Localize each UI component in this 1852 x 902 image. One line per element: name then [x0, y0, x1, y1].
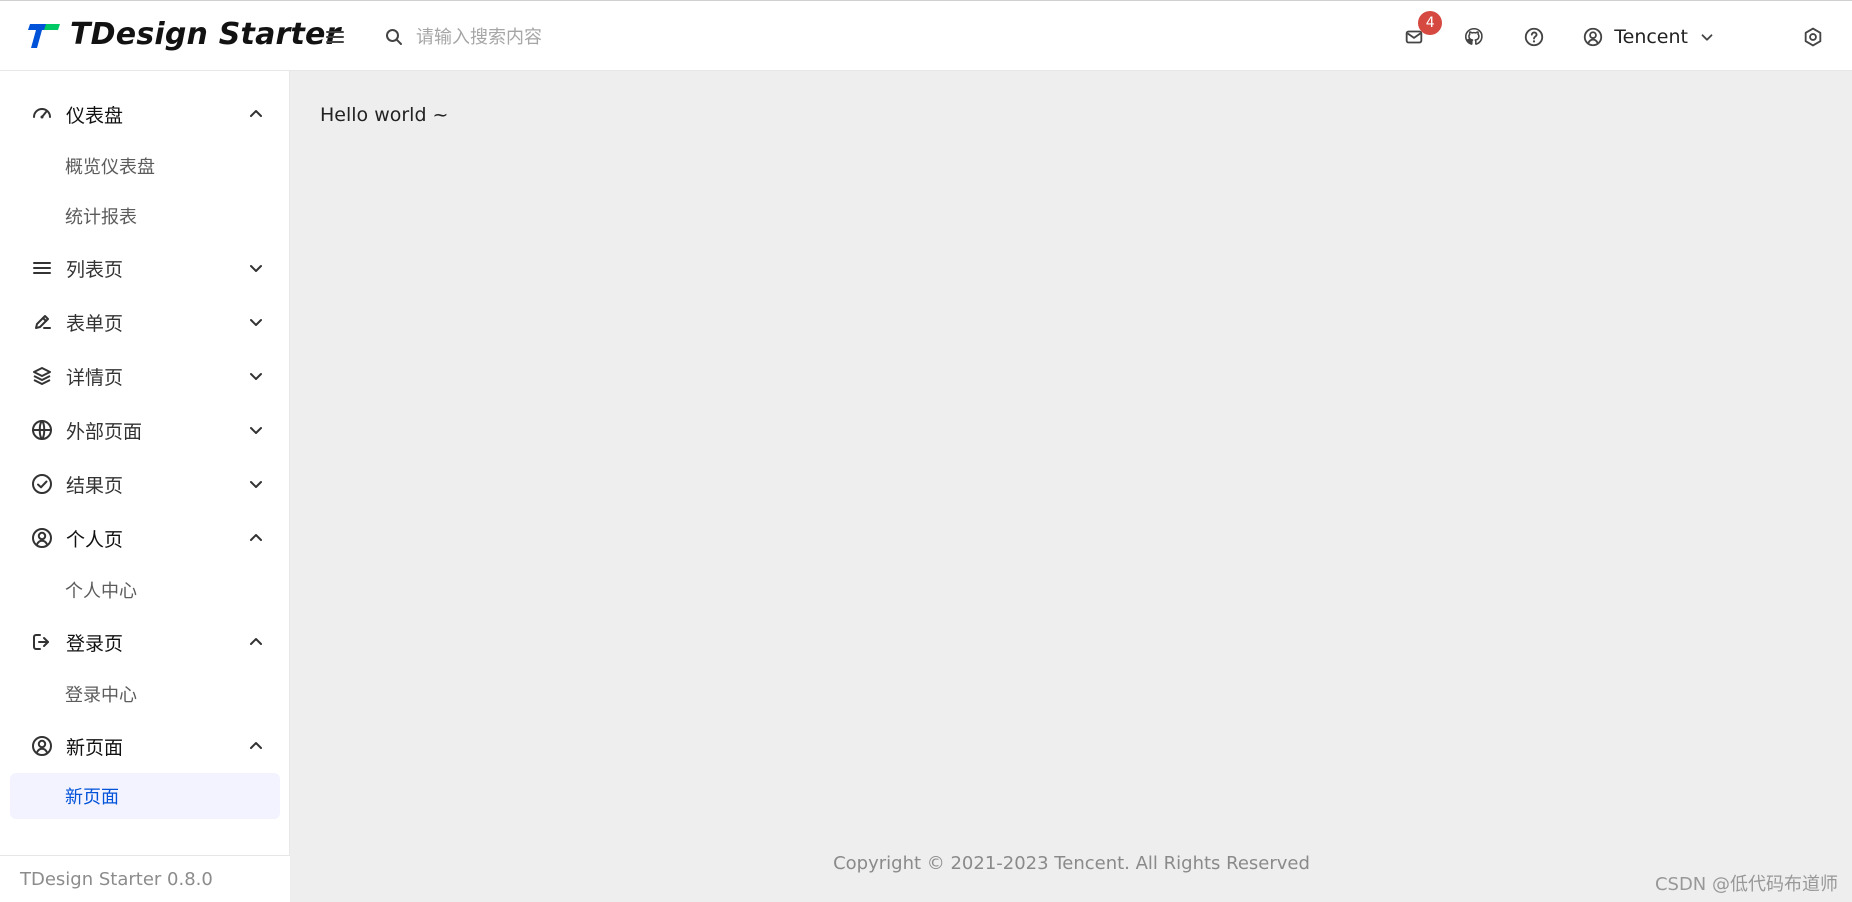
sub-item-label: 统计报表: [65, 207, 137, 228]
nav-label: 新页面: [66, 736, 124, 759]
sub-item-label: 概览仪表盘: [65, 157, 155, 178]
settings-button[interactable]: [1774, 1, 1852, 72]
list-icon: [33, 262, 51, 274]
check-circle-icon: [32, 474, 52, 494]
sub-item-label: 新页面: [65, 787, 119, 808]
user-circle-icon: [32, 736, 52, 756]
sub-item-label: 个人中心: [65, 581, 137, 602]
nav-item-external[interactable]: 外部页面: [0, 403, 290, 457]
dashboard-icon: [33, 108, 51, 119]
sub-item-personal-center[interactable]: 个人中心: [0, 565, 290, 615]
chevron-up-icon: [250, 110, 262, 117]
sub-item-newpage-active[interactable]: 新页面: [10, 773, 280, 819]
nav-group-newpage: 新页面 新页面: [0, 719, 290, 819]
watermark: CSDN @低代码布道师: [1654, 874, 1838, 895]
chevron-up-icon: [250, 534, 262, 541]
nav-group-form: 表单页: [0, 295, 290, 349]
chevron-down-icon: [250, 373, 262, 380]
nav-group-external: 外部页面: [0, 403, 290, 457]
nav-group-dashboard: 仪表盘 概览仪表盘 统计报表: [0, 87, 290, 241]
menu-toggle-button[interactable]: [322, 25, 348, 49]
github-button[interactable]: [1444, 1, 1504, 72]
nav-item-personal[interactable]: 个人页: [0, 511, 290, 565]
edit-icon: [35, 315, 51, 329]
nav-group-list: 列表页: [0, 241, 290, 295]
user-circle-icon: [32, 528, 52, 548]
brand[interactable]: TDesign Starter: [28, 15, 341, 55]
nav-item-form[interactable]: 表单页: [0, 295, 290, 349]
globe-icon: [32, 420, 52, 440]
sidebar-nav: 仪表盘 概览仪表盘 统计报表 列表页 表单页 详情页 外部页面 结果页 个人页 …: [0, 71, 290, 826]
sidebar: 仪表盘 概览仪表盘 统计报表 列表页 表单页 详情页 外部页面 结果页 个人页 …: [0, 71, 290, 902]
github-icon: [1465, 27, 1483, 45]
nav-label: 个人页: [66, 528, 124, 551]
layers-icon: [33, 367, 51, 385]
chevron-down-icon: [1701, 33, 1713, 41]
chevron-down-icon: [250, 481, 262, 488]
nav-group-result: 结果页: [0, 457, 290, 511]
nav-item-result[interactable]: 结果页: [0, 457, 290, 511]
sub-item-login-center[interactable]: 登录中心: [0, 669, 290, 719]
top-header: TDesign Starter 4: [0, 0, 1852, 71]
nav-group-personal: 个人页 个人中心: [0, 511, 290, 615]
menu-icon: [326, 31, 344, 43]
chevron-down-icon: [250, 427, 262, 434]
sub-item-label: 登录中心: [65, 685, 137, 706]
chevron-down-icon: [250, 319, 262, 326]
content-text: Hello world ~: [320, 104, 449, 126]
nav-label: 表单页: [66, 312, 124, 335]
nav-item-list[interactable]: 列表页: [0, 241, 290, 295]
nav-label: 外部页面: [66, 420, 143, 443]
notifications-button[interactable]: 4: [1384, 1, 1444, 72]
search-input[interactable]: [414, 21, 774, 53]
settings-icon: [1804, 27, 1822, 46]
nav-item-detail[interactable]: 详情页: [0, 349, 290, 403]
header-actions: 4 Tencent: [1384, 1, 1852, 72]
sidebar-version: TDesign Starter 0.8.0: [0, 855, 290, 902]
nav-item-login[interactable]: 登录页: [0, 615, 290, 669]
sub-item-dashboard-overview[interactable]: 概览仪表盘: [0, 141, 290, 191]
nav-label: 仪表盘: [66, 104, 124, 127]
copyright-footer: Copyright © 2021-2023 Tencent. All Right…: [833, 853, 1310, 874]
user-menu[interactable]: Tencent: [1564, 1, 1740, 72]
user-label: Tencent: [1614, 25, 1688, 48]
nav-item-dashboard[interactable]: 仪表盘: [0, 87, 290, 141]
nav-label: 登录页: [66, 632, 124, 655]
search-icon: [386, 29, 402, 45]
help-button[interactable]: [1504, 1, 1564, 72]
sidebar-version-text: TDesign Starter 0.8.0: [20, 868, 213, 890]
notification-badge: 4: [1418, 11, 1443, 35]
nav-label: 列表页: [66, 258, 124, 281]
brand-name: TDesign Starter: [70, 17, 341, 52]
user-circle-icon: [1584, 27, 1603, 46]
logout-icon: [33, 634, 49, 650]
nav-group-detail: 详情页: [0, 349, 290, 403]
nav-label: 详情页: [66, 366, 124, 389]
main-content: Hello world ~ Copyright © 2021-2023 Tenc…: [291, 71, 1852, 902]
nav-label: 结果页: [66, 474, 124, 497]
sub-item-dashboard-reports[interactable]: 统计报表: [0, 191, 290, 241]
tdesign-logo-icon: [28, 24, 60, 48]
nav-item-newpage[interactable]: 新页面: [0, 719, 290, 773]
help-icon: [1525, 27, 1544, 46]
nav-group-login: 登录页 登录中心: [0, 615, 290, 719]
search-bar: [384, 21, 804, 53]
chevron-up-icon: [250, 638, 262, 645]
chevron-up-icon: [250, 742, 262, 749]
chevron-down-icon: [250, 265, 262, 272]
